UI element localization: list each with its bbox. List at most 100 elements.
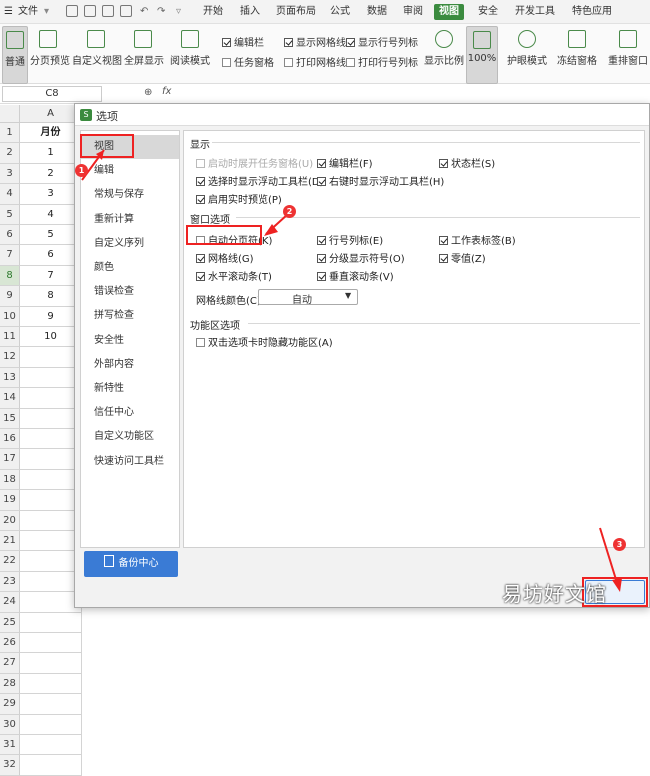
nav-item[interactable]: 错误检查 [81, 280, 179, 304]
redo-icon[interactable]: ↷ [157, 4, 165, 20]
nav-item[interactable]: 自定义功能区 [81, 425, 179, 449]
row-header[interactable]: 22 [0, 551, 20, 572]
table-cell[interactable] [20, 714, 82, 735]
row-header[interactable]: 5 [0, 204, 20, 225]
table-cell[interactable] [20, 367, 82, 389]
tab-review[interactable]: 审阅 [403, 4, 423, 20]
backup-center-button[interactable]: 备份中心 [84, 551, 178, 577]
nav-item[interactable]: 重新计算 [81, 208, 179, 232]
table-cell[interactable]: 3 [20, 184, 82, 205]
nav-item[interactable]: 编辑 [81, 159, 179, 183]
row-header[interactable]: 18 [0, 469, 20, 491]
row-header[interactable]: 31 [0, 735, 20, 756]
table-cell[interactable] [20, 347, 82, 368]
row-header[interactable]: 11 [0, 327, 20, 348]
zoom-button[interactable]: 显示比例 [424, 26, 464, 82]
nav-item[interactable]: 外部内容 [81, 353, 179, 377]
row-header[interactable]: 4 [0, 184, 20, 205]
tab-insert[interactable]: 插入 [240, 4, 260, 20]
row-header[interactable]: 20 [0, 510, 20, 531]
table-cell[interactable] [20, 449, 82, 470]
tab-developer[interactable]: 开发工具 [515, 4, 555, 20]
row-header[interactable]: 27 [0, 653, 20, 674]
row-header[interactable]: 3 [0, 163, 20, 185]
file-menu[interactable]: 文件 [18, 4, 38, 20]
row-header[interactable]: 6 [0, 225, 20, 246]
page-break-preview-button[interactable]: 分页预览 [30, 26, 70, 82]
ribbon-check-show-headers[interactable]: 显示行号列标 [346, 34, 418, 49]
custom-view-button[interactable]: 自定义视图 [72, 26, 122, 82]
gridline-color-select[interactable]: 自动 ▼ [258, 289, 358, 306]
row-header[interactable]: 19 [0, 490, 20, 511]
row-header[interactable]: 14 [0, 388, 20, 409]
tab-start[interactable]: 开始 [203, 4, 223, 20]
table-cell[interactable] [20, 551, 82, 572]
row-header[interactable]: 9 [0, 286, 20, 307]
ribbon-check-print-gridlines[interactable]: 打印网格线 [284, 54, 346, 69]
table-cell[interactable] [20, 612, 82, 633]
cell-header-month[interactable]: 月份 [20, 123, 82, 144]
table-cell[interactable]: 5 [20, 225, 82, 246]
table-cell[interactable]: 7 [20, 265, 82, 287]
option-horizontal-scrollbar[interactable]: 水平滚动条(T) [196, 268, 272, 283]
option-floating-toolbar-rightclick[interactable]: 右键时显示浮动工具栏(H) [317, 173, 444, 188]
row-header[interactable]: 25 [0, 612, 20, 633]
table-cell[interactable] [20, 633, 82, 654]
row-header[interactable]: 10 [0, 306, 20, 327]
row-header[interactable]: 28 [0, 673, 20, 695]
fx-icon[interactable]: fx [162, 86, 171, 97]
row-header[interactable]: 17 [0, 449, 20, 470]
tab-page-layout[interactable]: 页面布局 [276, 4, 316, 20]
reading-mode-button[interactable]: 阅读模式 [168, 26, 212, 82]
ribbon-check-formula-bar[interactable]: 编辑栏 [222, 34, 264, 49]
row-header[interactable]: 1 [0, 123, 20, 144]
table-cell[interactable]: 9 [20, 306, 82, 327]
fullscreen-button[interactable]: 全屏显示 [124, 26, 164, 82]
row-header[interactable]: 16 [0, 429, 20, 450]
table-cell[interactable] [20, 755, 82, 776]
row-header[interactable]: 30 [0, 714, 20, 735]
table-cell[interactable] [20, 571, 82, 593]
export-icon[interactable] [102, 5, 114, 17]
row-header[interactable]: 15 [0, 408, 20, 429]
option-outline-symbols[interactable]: 分级显示符号(O) [317, 250, 405, 265]
eye-protection-button[interactable]: 护眼模式 [506, 26, 548, 82]
nav-item[interactable]: 新特性 [81, 377, 179, 401]
row-header[interactable]: 24 [0, 592, 20, 613]
normal-view-button[interactable]: 普通 [2, 26, 28, 84]
nav-item[interactable]: 自定义序列 [81, 232, 179, 256]
tab-data[interactable]: 数据 [367, 4, 387, 20]
table-cell[interactable] [20, 429, 82, 450]
undo-icon[interactable]: ↶ [140, 4, 148, 20]
nav-item[interactable]: 安全性 [81, 329, 179, 353]
ribbon-check-print-headers[interactable]: 打印行号列标 [346, 54, 418, 69]
row-header[interactable]: 21 [0, 531, 20, 552]
tab-special[interactable]: 特色应用 [572, 4, 612, 20]
freeze-panes-button[interactable]: 冻结窗格 [556, 26, 598, 82]
table-cell[interactable] [20, 694, 82, 715]
row-header[interactable]: 26 [0, 633, 20, 654]
option-zero-values[interactable]: 零值(Z) [439, 250, 486, 265]
tab-view[interactable]: 视图 [434, 4, 464, 20]
tab-formula[interactable]: 公式 [330, 4, 350, 20]
ribbon-check-show-gridlines[interactable]: 显示网格线 [284, 34, 346, 49]
option-gridlines[interactable]: 网格线(G) [196, 250, 254, 265]
customize-icon[interactable]: ▿ [176, 4, 181, 20]
option-vertical-scrollbar[interactable]: 垂直滚动条(V) [317, 268, 394, 283]
row-header[interactable]: 12 [0, 347, 20, 368]
table-cell[interactable]: 1 [20, 143, 82, 164]
chevron-down-icon[interactable]: ▾ [44, 4, 49, 20]
table-cell[interactable] [20, 531, 82, 552]
nav-item[interactable]: 常规与保存 [81, 183, 179, 207]
row-header[interactable]: 8 [0, 265, 20, 287]
option-hide-ribbon-on-dblclick[interactable]: 双击选项卡时隐藏功能区(A) [196, 334, 333, 349]
column-header-a[interactable]: A [20, 105, 82, 123]
row-header[interactable]: 2 [0, 143, 20, 164]
table-cell[interactable]: 10 [20, 327, 82, 348]
option-live-preview[interactable]: 启用实时预览(P) [196, 191, 282, 206]
row-header[interactable]: 23 [0, 571, 20, 593]
nav-item[interactable]: 信任中心 [81, 401, 179, 425]
row-header[interactable]: 13 [0, 367, 20, 389]
tab-security[interactable]: 安全 [478, 4, 498, 20]
ribbon-check-task-pane[interactable]: 任务窗格 [222, 54, 274, 69]
